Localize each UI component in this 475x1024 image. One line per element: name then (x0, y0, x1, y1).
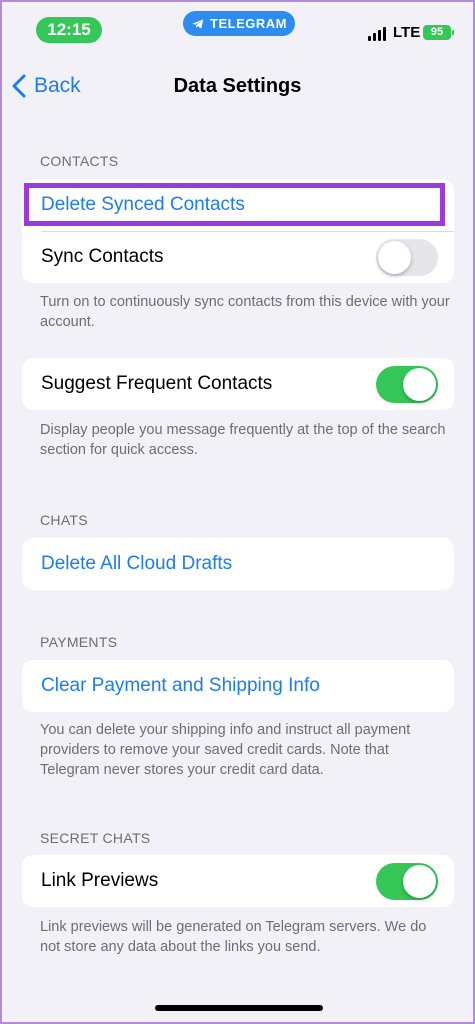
navigation-bar: Back Data Settings (2, 62, 473, 114)
suggest-frequent-row: Suggest Frequent Contacts (22, 358, 454, 410)
status-bar: 12:15 TELEGRAM LTE 95 (2, 2, 473, 58)
suggest-frequent-footnote: Display people you message frequently at… (40, 422, 446, 458)
section-header-chats: CHATS (40, 512, 88, 528)
home-indicator[interactable] (155, 1005, 323, 1011)
page-title: Data Settings (173, 75, 302, 97)
section-header-payments: PAYMENTS (40, 634, 118, 650)
telegram-pill[interactable]: TELEGRAM (183, 11, 295, 36)
suggest-card: Suggest Frequent Contacts (22, 358, 454, 410)
suggest-frequent-toggle[interactable] (376, 366, 438, 403)
highlight-box (24, 183, 445, 226)
status-time: 12:15 (36, 17, 102, 43)
battery-icon: 95 (423, 25, 454, 40)
telegram-icon (192, 18, 204, 29)
network-label: LTE (393, 24, 421, 41)
payments-card: Clear Payment and Shipping Info (22, 660, 454, 712)
signal-icon (368, 27, 386, 41)
telegram-pill-label: TELEGRAM (210, 16, 287, 31)
delete-cloud-drafts-button[interactable]: Delete All Cloud Drafts (22, 538, 454, 590)
sync-contacts-toggle[interactable] (376, 239, 438, 276)
section-header-contacts: CONTACTS (40, 153, 119, 169)
payments-footnote: You can delete your shipping info and in… (40, 722, 411, 778)
secret-chats-card: Link Previews (22, 855, 454, 907)
chats-card: Delete All Cloud Drafts (22, 538, 454, 590)
link-previews-toggle[interactable] (376, 863, 438, 900)
battery-level: 95 (430, 26, 444, 38)
link-previews-label: Link Previews (41, 870, 159, 891)
delete-cloud-drafts-label: Delete All Cloud Drafts (41, 553, 233, 574)
suggest-frequent-label: Suggest Frequent Contacts (41, 373, 273, 394)
sync-contacts-row: Sync Contacts (22, 231, 454, 283)
sync-contacts-footnote: Turn on to continuously sync contacts fr… (40, 294, 450, 330)
section-header-secret-chats: SECRET CHATS (40, 830, 151, 846)
link-previews-footnote: Link previews will be generated on Teleg… (40, 919, 427, 955)
clear-payment-info-label: Clear Payment and Shipping Info (41, 675, 320, 696)
sync-contacts-label: Sync Contacts (41, 246, 164, 267)
link-previews-row: Link Previews (22, 855, 454, 907)
clear-payment-info-button[interactable]: Clear Payment and Shipping Info (22, 660, 454, 712)
